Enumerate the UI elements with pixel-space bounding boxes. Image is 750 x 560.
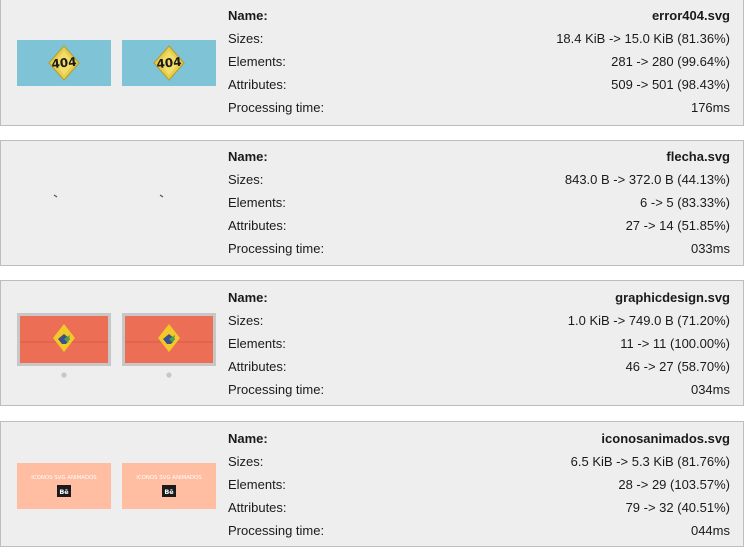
file-name: flecha.svg [666,149,730,164]
attributes-value: 79 -> 32 (40.51%) [625,500,730,515]
elements-row: Elements: 6 -> 5 (83.33%) [228,191,730,214]
processing-time-label: Processing time: [228,241,325,256]
name-label: Name: [228,149,268,164]
behance-banner-icon: ICONOS SVG ANIMADOS Bē [17,463,111,509]
result-info: Name: flecha.svg Sizes: 843.0 B -> 372.0… [228,145,730,260]
file-name: error404.svg [651,8,730,23]
elements-label: Elements: [228,54,286,69]
sizes-label: Sizes: [228,31,264,46]
processing-time-value: 033ms [690,241,730,256]
sizes-row: Sizes: 6.5 KiB -> 5.3 KiB (81.76%) [228,450,730,473]
elements-label: Elements: [228,477,286,492]
original-thumbnail [17,313,111,379]
processing-time-row: Processing time: 033ms [228,237,730,260]
sizes-value: 1.0 KiB -> 749.0 B (71.20%) [567,313,730,328]
sizes-label: Sizes: [228,313,264,328]
processing-time-row: Processing time: 044ms [228,519,730,542]
processing-time-value: 176ms [690,100,730,115]
name-row: Name: error404.svg [228,4,730,27]
behance-badge: Bē [164,488,174,496]
thumb-404-text: 404 [156,55,182,72]
file-name: graphicdesign.svg [615,290,730,305]
file-name: iconosanimados.svg [601,431,730,446]
attributes-label: Attributes: [228,77,287,92]
attributes-row: Attributes: 46 -> 27 (58.70%) [228,355,730,378]
behance-banner-icon: ICONOS SVG ANIMADOS Bē [122,463,216,509]
processing-time-label: Processing time: [228,382,325,397]
sizes-row: Sizes: 1.0 KiB -> 749.0 B (71.20%) [228,309,730,332]
thumb-404-text: 404 [51,55,77,72]
result-card-graphicdesign: Name: graphicdesign.svg Sizes: 1.0 KiB -… [0,280,744,406]
processing-time-value: 034ms [690,382,730,397]
processing-time-value: 044ms [690,523,730,538]
attributes-row: Attributes: 509 -> 501 (98.43%) [228,73,730,96]
attributes-value: 509 -> 501 (98.43%) [611,77,730,92]
elements-value: 11 -> 11 (100.00%) [620,336,730,351]
sizes-label: Sizes: [228,172,264,187]
name-label: Name: [228,431,268,446]
elements-value: 281 -> 280 (99.64%) [611,54,730,69]
elements-row: Elements: 11 -> 11 (100.00%) [228,332,730,355]
optimized-thumbnail: 404 [122,40,216,86]
behance-badge: Bē [59,488,69,496]
sizes-row: Sizes: 843.0 B -> 372.0 B (44.13%) [228,168,730,191]
sizes-value: 6.5 KiB -> 5.3 KiB (81.76%) [570,454,730,469]
elements-row: Elements: 28 -> 29 (103.57%) [228,473,730,496]
elements-row: Elements: 281 -> 280 (99.64%) [228,50,730,73]
error-404-icon: 404 [122,40,216,86]
name-row: Name: flecha.svg [228,145,730,168]
processing-time-label: Processing time: [228,523,325,538]
arrow-icon [159,194,164,198]
result-info: Name: iconosanimados.svg Sizes: 6.5 KiB … [228,427,730,542]
monitor-icon [122,313,216,378]
attributes-value: 46 -> 27 (58.70%) [625,359,730,374]
attributes-row: Attributes: 27 -> 14 (51.85%) [228,214,730,237]
name-row: Name: iconosanimados.svg [228,427,730,450]
thumb-caption: ICONOS SVG ANIMADOS [136,475,202,481]
processing-time-label: Processing time: [228,100,325,115]
original-thumbnail: 404 [17,40,111,86]
attributes-label: Attributes: [228,218,287,233]
name-row: Name: graphicdesign.svg [228,286,730,309]
processing-time-row: Processing time: 176ms [228,96,730,119]
sizes-value: 18.4 KiB -> 15.0 KiB (81.36%) [556,31,730,46]
result-card-flecha: Name: flecha.svg Sizes: 843.0 B -> 372.0… [0,140,744,266]
original-thumbnail: ICONOS SVG ANIMADOS Bē [17,463,111,509]
result-card-iconosanimados: ICONOS SVG ANIMADOS Bē ICONOS SVG ANIMAD… [0,421,744,547]
sizes-row: Sizes: 18.4 KiB -> 15.0 KiB (81.36%) [228,27,730,50]
error-404-icon: 404 [17,40,111,86]
processing-time-row: Processing time: 034ms [228,378,730,401]
thumb-caption: ICONOS SVG ANIMADOS [31,475,97,481]
elements-label: Elements: [228,336,286,351]
sizes-label: Sizes: [228,454,264,469]
monitor-icon [17,313,111,378]
attributes-row: Attributes: 79 -> 32 (40.51%) [228,496,730,519]
optimized-thumbnail: ICONOS SVG ANIMADOS Bē [122,463,216,509]
result-card-error404: 404 404 Name: error404.svg Sizes: 18.4 K… [0,0,744,126]
sizes-value: 843.0 B -> 372.0 B (44.13%) [564,172,730,187]
result-info: Name: error404.svg Sizes: 18.4 KiB -> 15… [228,4,730,119]
optimized-thumbnail [122,313,216,379]
attributes-value: 27 -> 14 (51.85%) [625,218,730,233]
arrow-icon [53,194,58,198]
optimized-thumbnail [122,176,216,222]
attributes-label: Attributes: [228,500,287,515]
attributes-label: Attributes: [228,359,287,374]
elements-value: 6 -> 5 (83.33%) [640,195,730,210]
result-info: Name: graphicdesign.svg Sizes: 1.0 KiB -… [228,286,730,401]
elements-label: Elements: [228,195,286,210]
elements-value: 28 -> 29 (103.57%) [618,477,730,492]
name-label: Name: [228,8,268,23]
original-thumbnail [17,176,111,222]
name-label: Name: [228,290,268,305]
